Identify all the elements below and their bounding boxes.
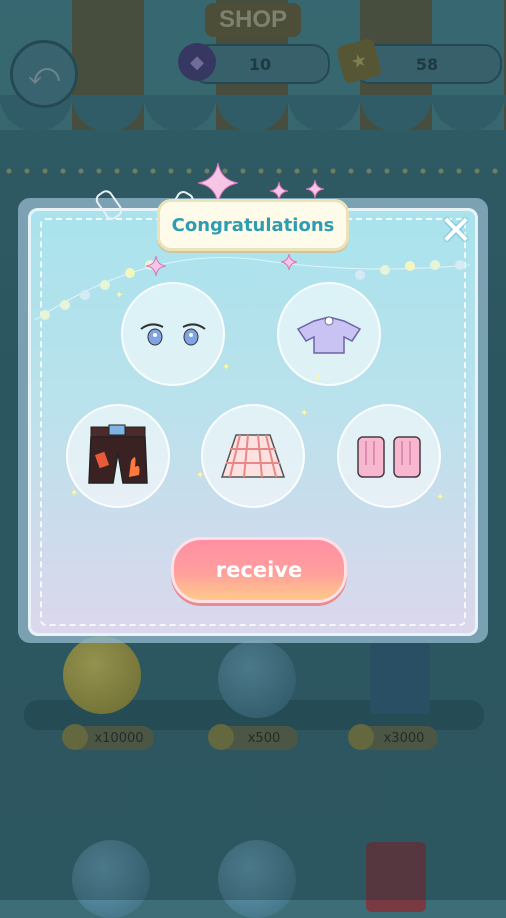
reward-item-eyes <box>121 282 225 386</box>
sparkle-dot: ✦ <box>115 290 124 301</box>
sparkle-icon <box>281 254 297 270</box>
sparkle-icon <box>270 182 288 200</box>
sparkle-icon <box>306 180 324 198</box>
eyes-icon <box>140 323 206 346</box>
shorts-icon <box>88 424 148 484</box>
sparkle-dot: ✦ <box>436 492 445 503</box>
receive-button[interactable]: receive <box>171 537 347 603</box>
skirt-icon <box>220 434 286 478</box>
sparkle-icon <box>198 163 238 203</box>
sparkle-dot: ✦ <box>70 488 79 499</box>
gloves-icon <box>357 436 421 478</box>
reward-item-shorts <box>66 404 170 508</box>
sparkle-dot: ✦ <box>300 408 309 419</box>
sparkle-dot: ✦ <box>196 470 205 481</box>
sparkle-dot: ✦ <box>314 373 323 384</box>
reward-item-gloves <box>337 404 441 508</box>
sparkle-dot: ✦ <box>222 362 231 373</box>
close-icon: ✕ <box>439 208 473 254</box>
blouse-icon <box>296 316 362 354</box>
popup-title: Congratulations <box>157 199 349 251</box>
reward-item-plaid-skirt <box>201 404 305 508</box>
close-button[interactable]: ✕ <box>437 208 475 254</box>
reward-item-blouse <box>277 282 381 386</box>
sparkle-icon <box>146 256 166 276</box>
